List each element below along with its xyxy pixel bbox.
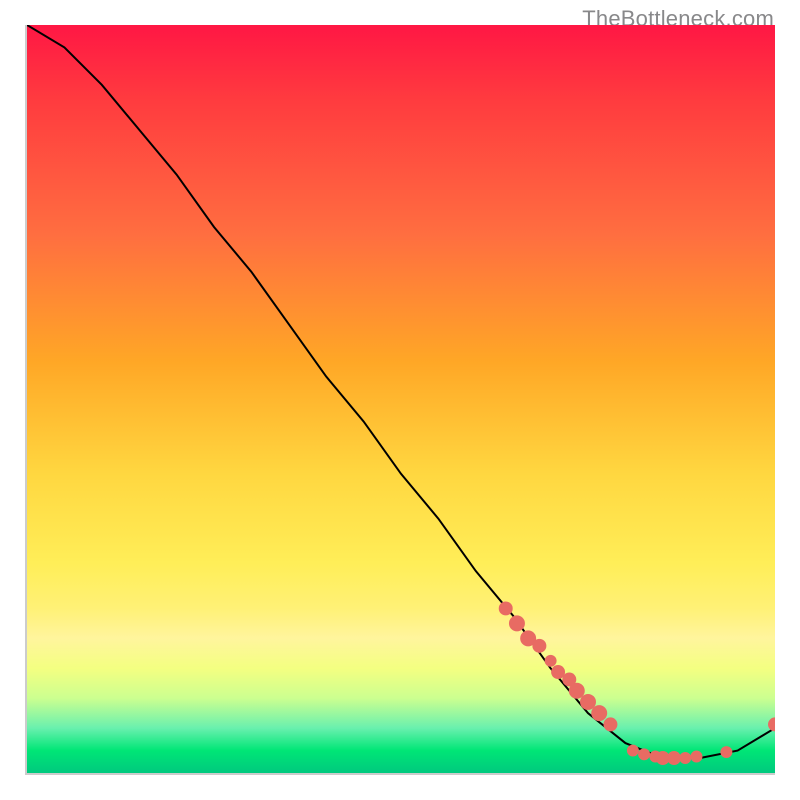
data-marker [545,655,557,667]
chart-container: TheBottleneck.com [0,0,800,800]
data-marker [627,745,639,757]
data-marker [667,751,681,765]
data-marker [679,752,691,764]
data-marker [499,601,513,615]
line-layer [27,25,775,758]
data-marker [768,717,775,731]
bottleneck-curve [27,25,775,758]
data-marker [509,615,525,631]
data-marker [591,705,607,721]
data-marker [690,751,702,763]
marker-layer [499,601,775,765]
data-marker [720,746,732,758]
chart-overlay [27,25,775,773]
plot-area [25,25,775,775]
data-marker [532,639,546,653]
data-marker [638,748,650,760]
data-marker [603,717,617,731]
